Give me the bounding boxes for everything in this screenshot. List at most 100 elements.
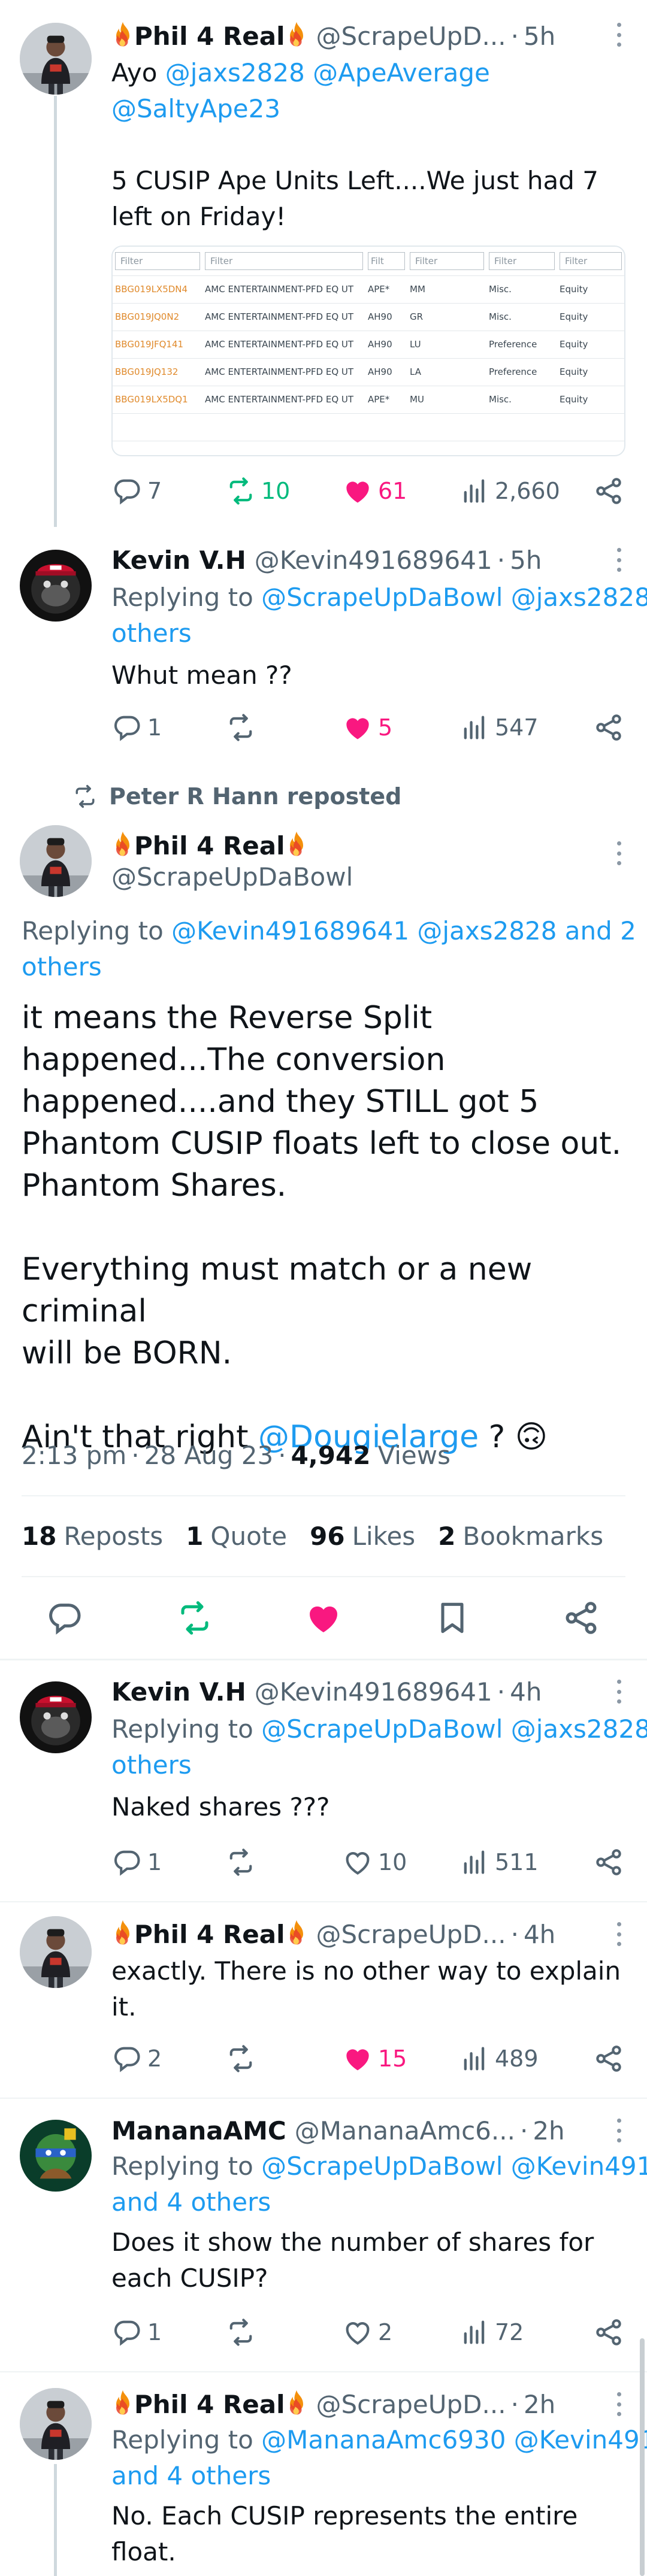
more-icon[interactable] xyxy=(615,841,623,865)
reposts-stat[interactable]: 18 Reposts xyxy=(22,1522,163,1551)
repost-banner[interactable]: Peter R Hann reposted xyxy=(72,778,401,814)
more-icon[interactable] xyxy=(615,548,623,572)
replying-to: Replying to @ScrapeUpDaBowl @jaxs2828 & xyxy=(111,580,647,616)
mention-link[interactable]: @ScrapeUpDaBowl @Kevin4916 xyxy=(261,2151,647,2181)
reply-button[interactable]: 1 xyxy=(111,2314,162,2350)
separator-dot: · xyxy=(497,545,506,575)
like-button[interactable]: 10 xyxy=(342,1844,407,1880)
author-name[interactable]: Kevin V.H xyxy=(111,545,246,575)
repost-button[interactable] xyxy=(225,1844,261,1880)
more-icon[interactable] xyxy=(615,1680,623,1704)
author-name[interactable]: Phil 4 Real xyxy=(134,1920,285,1949)
views-button[interactable]: 72 xyxy=(459,2314,524,2350)
avatar[interactable] xyxy=(20,2120,92,2192)
reply-icon xyxy=(111,475,143,507)
attached-image-cusip-table[interactable]: Filter Filter Filt Filter Filter Filter … xyxy=(111,246,625,456)
more-icon[interactable] xyxy=(615,2392,623,2416)
avatar[interactable] xyxy=(20,1681,92,1753)
likes-stat[interactable]: 96 Likes xyxy=(310,1522,415,1551)
reply-button[interactable]: 7 xyxy=(111,473,162,509)
avatar[interactable] xyxy=(20,2388,92,2460)
repost-icon xyxy=(225,1847,256,1878)
author-handle[interactable]: @ScrapeUpD... xyxy=(316,1920,506,1949)
share-button[interactable] xyxy=(593,1844,629,1880)
reply-button[interactable]: 1 xyxy=(111,710,162,745)
author-handle[interactable]: @ScrapeUpDaBowl xyxy=(111,859,647,895)
views-button[interactable]: 511 xyxy=(459,1844,539,1880)
reply-button[interactable] xyxy=(41,1594,89,1642)
mention-link[interactable]: @ScrapeUpDaBowl @jaxs2828 & xyxy=(261,1714,647,1744)
post-time[interactable]: 4h xyxy=(510,1677,542,1707)
author-handle[interactable]: @MananaAmc6... xyxy=(295,2116,515,2145)
repost-button[interactable] xyxy=(225,2314,261,2350)
share-button[interactable] xyxy=(593,473,629,509)
like-button[interactable]: 5 xyxy=(342,710,392,745)
replying-to: Replying to @ScrapeUpDaBowl @Kevin4916 xyxy=(111,2148,647,2184)
mention-link[interactable]: @jaxs2828 @ApeAverage xyxy=(165,58,490,87)
author-name[interactable]: Kevin V.H xyxy=(111,1677,246,1707)
thread-line xyxy=(54,2464,57,2576)
bookmark-button[interactable] xyxy=(428,1594,476,1642)
mention-link[interactable]: @SaltyApe23 xyxy=(111,94,280,123)
author-name[interactable]: Phil 4 Real xyxy=(134,831,285,860)
heart-icon xyxy=(342,1847,373,1878)
fire-icon xyxy=(285,21,308,47)
reply-button[interactable]: 2 xyxy=(111,2041,162,2077)
more-icon[interactable] xyxy=(615,1922,623,1946)
reply-button[interactable]: 1 xyxy=(111,1844,162,1880)
bookmarks-stat[interactable]: 2 Bookmarks xyxy=(438,1522,603,1551)
repost-icon xyxy=(72,783,98,810)
like-button[interactable]: 61 xyxy=(342,473,407,509)
author-name[interactable]: Phil 4 Real xyxy=(134,22,285,51)
filter-input: Filter xyxy=(489,251,555,270)
reply-icon xyxy=(111,2317,143,2348)
table-row: BBG019JFQ141 AMC ENTERTAINMENT-PFD EQ UT A… xyxy=(113,331,624,359)
repost-button[interactable] xyxy=(225,710,261,745)
author-name[interactable]: Phil 4 Real xyxy=(134,2390,285,2419)
avatar[interactable] xyxy=(20,1916,92,1988)
mention-link[interactable]: @ScrapeUpDaBowl @jaxs2828 & xyxy=(261,583,647,612)
share-button[interactable] xyxy=(593,2314,629,2350)
scrollbar[interactable] xyxy=(640,2338,645,2576)
post-header: MananaAMC @MananaAmc6... · 2h xyxy=(111,2116,565,2145)
author-handle[interactable]: @Kevin491689641 xyxy=(255,1677,492,1707)
share-button[interactable] xyxy=(557,1594,605,1642)
author-handle[interactable]: @Kevin491689641 xyxy=(255,545,492,575)
post-date[interactable]: 28 Aug 23 xyxy=(144,1441,274,1470)
views-icon xyxy=(459,2043,490,2074)
post-time[interactable]: 2h xyxy=(533,2116,564,2145)
share-button[interactable] xyxy=(593,710,629,745)
fire-icon xyxy=(111,831,134,857)
post-time[interactable]: 5h xyxy=(524,22,555,51)
avatar[interactable] xyxy=(20,550,92,622)
repost-button[interactable] xyxy=(171,1594,219,1642)
repost-icon xyxy=(225,475,256,507)
author-handle[interactable]: @ScrapeUpD... xyxy=(316,2390,506,2419)
post-body: 5 CUSIP Ape Units Left....We just had 7 … xyxy=(111,166,607,231)
table-row: BBG019LX5DN4 AMC ENTERTAINMENT-PFD EQ UT A… xyxy=(113,275,624,304)
avatar[interactable] xyxy=(20,825,92,897)
share-button[interactable] xyxy=(593,2041,629,2077)
author-handle[interactable]: @ScrapeUpD... xyxy=(316,22,506,51)
post-time[interactable]: 4h xyxy=(524,1920,555,1949)
author-name[interactable]: MananaAMC xyxy=(111,2116,286,2145)
reply-icon xyxy=(111,1847,143,1878)
like-button[interactable]: 2 xyxy=(342,2314,392,2350)
quotes-stat[interactable]: 1 Quote xyxy=(186,1522,287,1551)
reply-icon xyxy=(111,712,143,743)
views-button[interactable]: 547 xyxy=(459,710,539,745)
post-time[interactable]: 5h xyxy=(510,545,542,575)
post-time[interactable]: 2:13 pm xyxy=(22,1441,126,1470)
views-button[interactable]: 489 xyxy=(459,2041,539,2077)
mention-link[interactable]: @MananaAmc6930 @Kevin491 xyxy=(261,2425,647,2454)
repost-button[interactable] xyxy=(225,2041,261,2077)
post-time[interactable]: 2h xyxy=(524,2390,555,2419)
more-icon[interactable] xyxy=(615,23,623,47)
repost-button[interactable]: 10 xyxy=(225,473,290,509)
like-button[interactable]: 15 xyxy=(342,2041,407,2077)
avatar[interactable] xyxy=(20,23,92,95)
mention-link[interactable]: @Kevin491689641 @jaxs2828 and 2 xyxy=(171,916,636,945)
more-icon[interactable] xyxy=(615,2119,623,2142)
views-button[interactable]: 2,660 xyxy=(459,473,560,509)
like-button[interactable] xyxy=(300,1594,347,1642)
